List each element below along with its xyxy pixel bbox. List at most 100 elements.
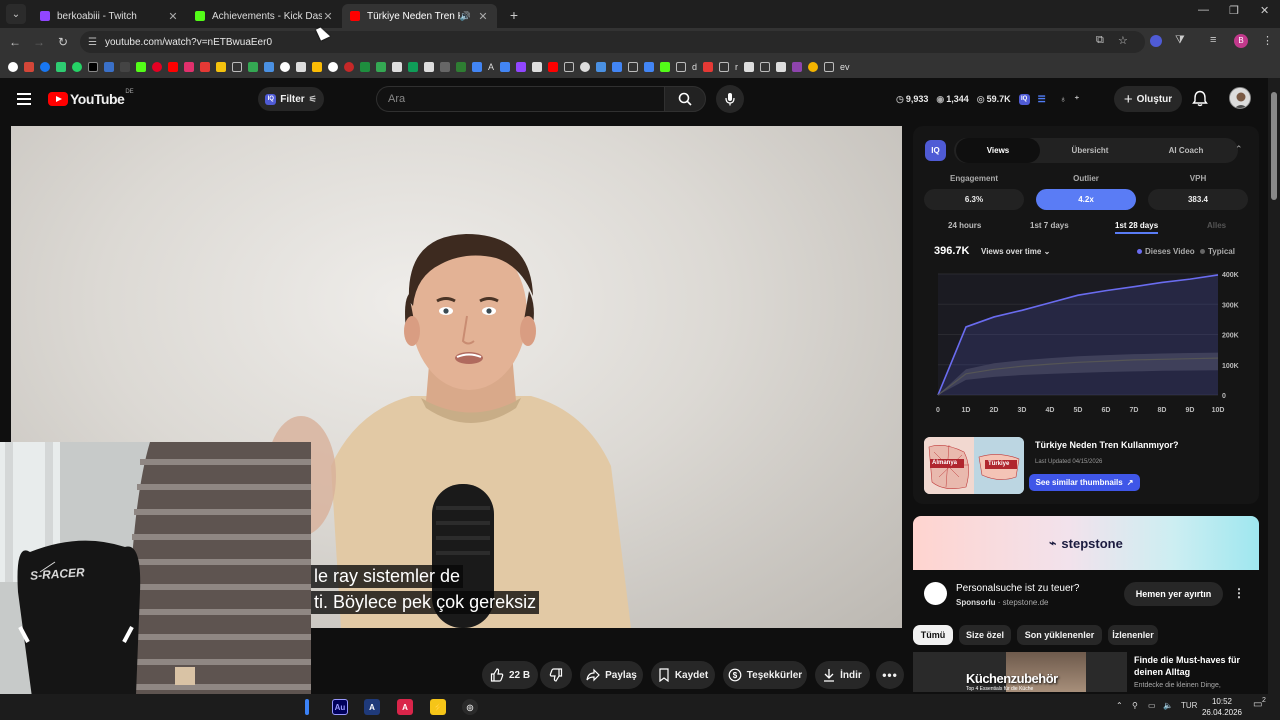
notifications-button[interactable] [1192,90,1208,112]
tray-language[interactable]: TUR [1181,701,1197,710]
more-actions-button[interactable]: ••• [876,661,904,689]
vidiq-icon[interactable]: IQ [1018,93,1030,105]
new-tab-button[interactable]: + [503,4,525,26]
bookmark-yellow2-icon[interactable] [808,62,819,72]
browser-tab[interactable]: berkoabiii - Twitch ✕ [32,4,187,28]
bookmark-wiki-icon[interactable] [296,62,306,72]
account-avatar[interactable] [1229,87,1251,109]
tab-search-button[interactable]: ⌄ [6,4,26,24]
bookmark-x-icon[interactable] [88,62,98,72]
reload-icon[interactable]: ↻ [51,35,75,49]
thanks-button[interactable]: $ Teşekkürler [723,661,807,689]
browser-tab-active[interactable]: Türkiye Neden Tren Kullanm 🔊 ✕ [342,4,497,28]
collapse-chevron-icon[interactable]: ⌃ [1235,144,1243,155]
taskbar-clock[interactable]: 10:52 26.04.2026 [1196,696,1248,718]
period-24h[interactable]: 24 hours [948,221,981,230]
speaker-icon[interactable]: 🔊 [460,11,471,22]
advertiser-avatar[interactable] [924,582,947,605]
bookmark-folder-icon[interactable] [719,62,730,72]
sparkle-icon[interactable]: ⁺ [1075,94,1080,105]
site-info-icon[interactable]: ☰ [88,37,97,48]
bookmark-youtube-icon[interactable] [168,62,178,72]
vidiq-extension-icon[interactable] [1150,35,1162,47]
tab-close-icon[interactable]: ✕ [167,10,179,23]
minimize-icon[interactable]: — [1198,4,1209,16]
period-7d[interactable]: 1st 7 days [1030,221,1069,230]
bookmark-folder-icon[interactable] [824,62,835,72]
bookmark-keep-icon[interactable] [312,62,322,72]
bookmark-red-icon[interactable] [200,62,210,72]
period-28d[interactable]: 1st 28 days [1115,221,1159,234]
views-dropdown[interactable]: Views over time ⌄ [981,247,1050,256]
bookmark-folder-icon[interactable] [676,62,687,72]
hamburger-menu-icon[interactable] [17,93,31,105]
obs-app-icon[interactable]: ◎ [462,699,478,715]
youtube-logo[interactable]: YouTube DE [48,89,134,107]
bookmark-green-icon[interactable] [56,62,66,72]
media-icon[interactable]: ≡ [1210,34,1216,46]
install-app-icon[interactable]: ⧉ [1096,34,1104,47]
back-icon[interactable]: ← [3,35,27,49]
bookmark-docs-icon[interactable] [472,62,482,72]
ad-cta-button[interactable]: Hemen yer ayırtın [1124,582,1223,606]
bookmark-white2-icon[interactable] [532,62,543,72]
see-similar-button[interactable]: See similar thumbnails ↗ [1029,474,1140,491]
bulb-icon[interactable]: ♁ [1060,94,1067,104]
restore-icon[interactable]: ❐ [1229,4,1239,17]
tab-ai-coach[interactable]: AI Coach [1140,138,1232,163]
share-button[interactable]: Paylaş [580,661,643,689]
bookmark-white3-icon[interactable] [744,62,755,72]
forward-icon[interactable]: → [27,35,51,49]
bookmark-purple-icon[interactable] [792,62,803,72]
bookmark-folder-icon[interactable] [760,62,771,72]
bookmark-white4-icon[interactable] [776,62,787,72]
audition-app-icon[interactable]: Au [332,699,348,715]
recommended-video[interactable]: Küchenzubehör Top 4 Essentials für die K… [913,652,1259,692]
bookmark-green2-icon[interactable] [456,62,466,72]
download-button[interactable]: İndir [815,661,870,689]
list-icon[interactable]: ☰ [1038,94,1046,105]
bookmark-red2-icon[interactable] [344,62,354,72]
taskbar-app-edge-icon[interactable] [305,699,309,715]
bookmark-star-icon[interactable]: ☆ [1118,34,1128,47]
period-all[interactable]: Alles [1207,221,1226,230]
ad-title[interactable]: Personalsuche ist zu teuer? [956,583,1079,594]
ad-more-icon[interactable]: ⋮ [1233,586,1245,600]
browser-tab[interactable]: Achievements - Kick Dashboard ✕ [187,4,342,28]
bookmark-doc-icon[interactable] [424,62,434,72]
bookmark-yellow-icon[interactable] [216,62,226,72]
bookmark-kick2-icon[interactable] [660,62,671,72]
bookmark-folder-icon[interactable] [564,62,575,72]
tab-overview[interactable]: Übersicht [1044,138,1136,163]
bookmark-docs3-icon[interactable] [612,62,623,72]
bookmark-blue-icon[interactable] [104,62,114,72]
bookmark-drive2-icon[interactable] [408,62,418,72]
video-thumbnail[interactable]: Almanya Türkiye [924,437,1024,494]
bookmark-blue3-icon[interactable] [596,62,607,72]
bookmark-docs2-icon[interactable] [500,62,511,72]
bookmark-pinterest-icon[interactable] [152,62,162,72]
chip-recent[interactable]: Son yüklenenler [1017,625,1102,645]
tray-volume-icon[interactable]: 🔈 [1163,701,1173,710]
tab-close-icon[interactable]: ✕ [477,10,489,23]
search-input[interactable]: Ara [376,86,664,112]
bookmark-folder-icon[interactable] [628,62,639,72]
like-button[interactable]: 22 B [482,661,538,689]
ad-banner[interactable]: ⌁ stepstone [913,516,1259,570]
bookmark-gmail-icon[interactable] [24,62,34,72]
tab-views[interactable]: Views [956,138,1040,163]
bookmark-google-icon[interactable] [8,62,18,72]
bookmark-info-icon[interactable] [328,62,338,72]
tab-close-icon[interactable]: ✕ [322,10,334,23]
vidiq-filter-button[interactable]: IQ Filter ⚟ [258,87,324,111]
bookmark-label[interactable]: r [735,62,738,72]
page-scrollbar[interactable] [1268,78,1280,698]
bookmark-tb-icon[interactable] [703,62,714,72]
acrobat-app-icon[interactable]: A [397,699,413,715]
bookmark-sheets-icon[interactable] [360,62,370,72]
close-window-icon[interactable]: ✕ [1260,4,1269,17]
recommended-thumbnail[interactable]: Küchenzubehör Top 4 Essentials für die K… [913,652,1127,692]
app-yellow-icon[interactable]: ⚡ [430,699,446,715]
bookmark-google2-icon[interactable] [280,62,290,72]
chip-all[interactable]: Tümü [913,625,953,645]
